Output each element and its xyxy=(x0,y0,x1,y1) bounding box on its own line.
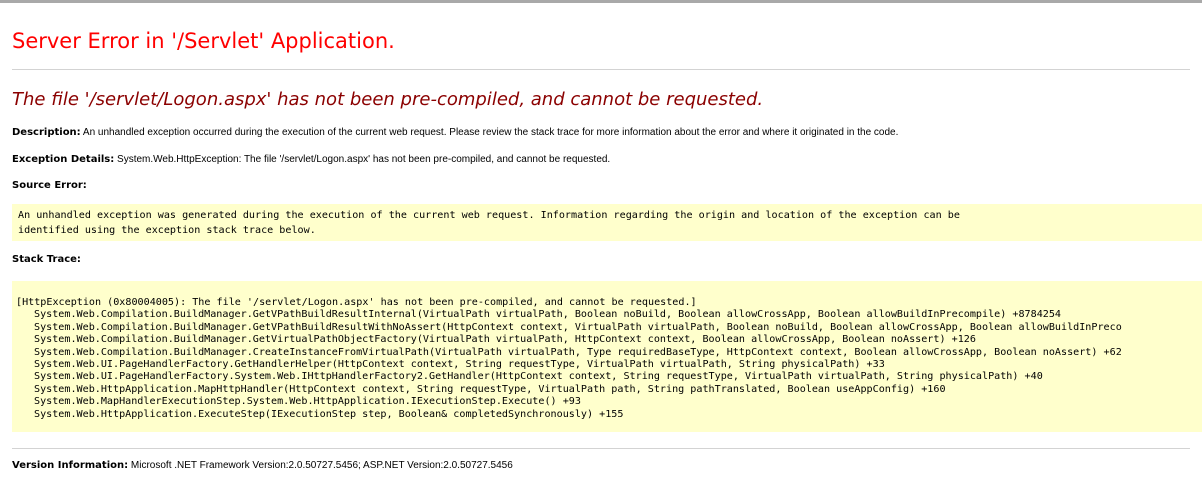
stack-trace-line: System.Web.MapHandlerExecutionStep.Syste… xyxy=(34,396,581,408)
exception-details-text: System.Web.HttpException: The file '/ser… xyxy=(117,154,611,165)
title-divider xyxy=(12,69,1190,70)
stack-trace-heading: Stack Trace: xyxy=(12,254,81,266)
source-error-line: An unhandled exception was generated dur… xyxy=(18,210,960,221)
stack-trace-line: System.Web.Compilation.BuildManager.Crea… xyxy=(34,346,1122,358)
source-error-heading: Source Error: xyxy=(12,180,87,192)
error-page: Server Error in '/Servlet' Application. … xyxy=(0,3,1202,495)
source-error-line: identified using the exception stack tra… xyxy=(18,225,316,236)
stack-trace-line: System.Web.UI.PageHandlerFactory.System.… xyxy=(34,371,1043,383)
stack-trace-box: [HttpException (0x80004005): The file '/… xyxy=(12,281,1202,432)
footer-divider xyxy=(12,448,1190,449)
page-title: Server Error in '/Servlet' Application. xyxy=(12,29,395,53)
description-label: Description: xyxy=(12,127,81,138)
version-info-label: Version Information: xyxy=(12,460,129,471)
description-block: Description: An unhandled exception occu… xyxy=(12,127,898,139)
exception-details-label: Exception Details: xyxy=(12,154,115,165)
version-info-text: Microsoft .NET Framework Version:2.0.507… xyxy=(130,460,513,471)
stack-trace-line: System.Web.Compilation.BuildManager.GetV… xyxy=(34,321,1122,333)
source-error-box: An unhandled exception was generated dur… xyxy=(12,204,1202,241)
stack-trace-line: System.Web.Compilation.BuildManager.GetV… xyxy=(34,334,976,346)
stack-trace-line: System.Web.Compilation.BuildManager.GetV… xyxy=(34,309,1062,321)
source-error-label: Source Error: xyxy=(12,180,87,191)
exception-details-block: Exception Details: System.Web.HttpExcept… xyxy=(12,154,610,166)
stack-trace-line: System.Web.HttpApplication.ExecuteStep(I… xyxy=(34,408,624,420)
stack-trace-line: System.Web.UI.PageHandlerFactory.GetHand… xyxy=(34,358,885,370)
stack-trace-header: [HttpException (0x80004005): The file '/… xyxy=(16,297,697,308)
version-info-block: Version Information: Microsoft .NET Fram… xyxy=(12,460,513,472)
description-text: An unhandled exception occurred during t… xyxy=(82,127,899,138)
stack-trace-label: Stack Trace: xyxy=(12,254,81,265)
error-subtitle: The file '/servlet/Logon.aspx' has not b… xyxy=(12,89,764,110)
stack-trace-line: System.Web.HttpApplication.MapHttpHandle… xyxy=(34,383,946,395)
